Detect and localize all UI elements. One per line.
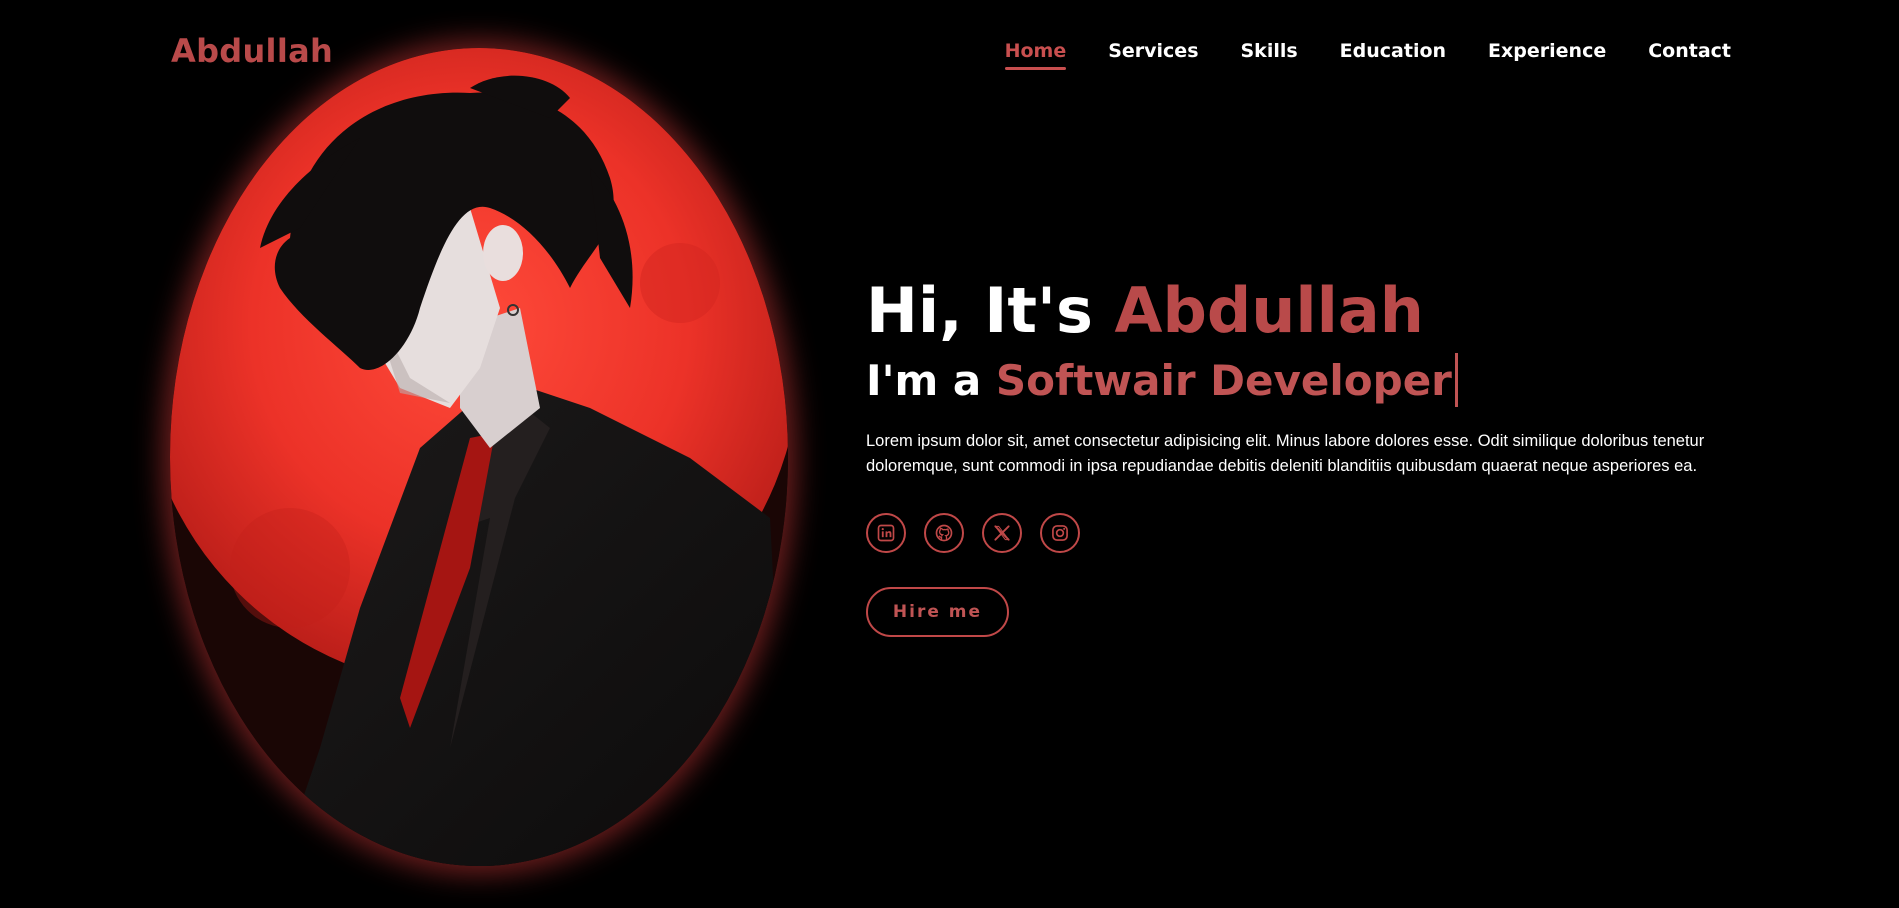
x-twitter-icon [994,525,1010,541]
hero-role: I'm a Softwair Developer [866,353,1726,408]
linkedin-icon [877,524,895,542]
github-icon [935,524,953,542]
github-link[interactable] [924,513,964,554]
hero-portrait [170,48,788,866]
main-nav: Home Services Skills Education Experienc… [1004,40,1731,70]
hire-me-button[interactable]: Hire me [866,587,1009,638]
greeting-prefix: Hi, It's [866,274,1093,347]
page: Abdullah Home Services Skills Education … [0,0,1899,908]
nav-home[interactable]: Home [1004,40,1066,70]
hero-section: Hi, It's Abdullah I'm a Softwair Develop… [866,278,1726,638]
nav-skills[interactable]: Skills [1241,40,1298,66]
role-prefix: I'm a [866,355,982,405]
greeting-name: Abdullah [1114,274,1424,347]
typing-cursor [1454,353,1458,408]
role-title: Softwair Developer [995,355,1452,405]
linkedin-link[interactable] [866,513,906,554]
instagram-icon [1052,525,1068,542]
instagram-link[interactable] [1040,513,1080,554]
hero-description: Lorem ipsum dolor sit, amet consectetur … [866,432,1705,476]
nav-experience[interactable]: Experience [1488,40,1606,66]
nav-services[interactable]: Services [1108,40,1198,66]
x-twitter-link[interactable] [982,513,1022,554]
nav-education[interactable]: Education [1340,40,1446,66]
nav-contact[interactable]: Contact [1648,40,1731,66]
social-links [866,513,1726,554]
hero-greeting: Hi, It's Abdullah [866,278,1726,343]
portrait-image [170,48,788,866]
